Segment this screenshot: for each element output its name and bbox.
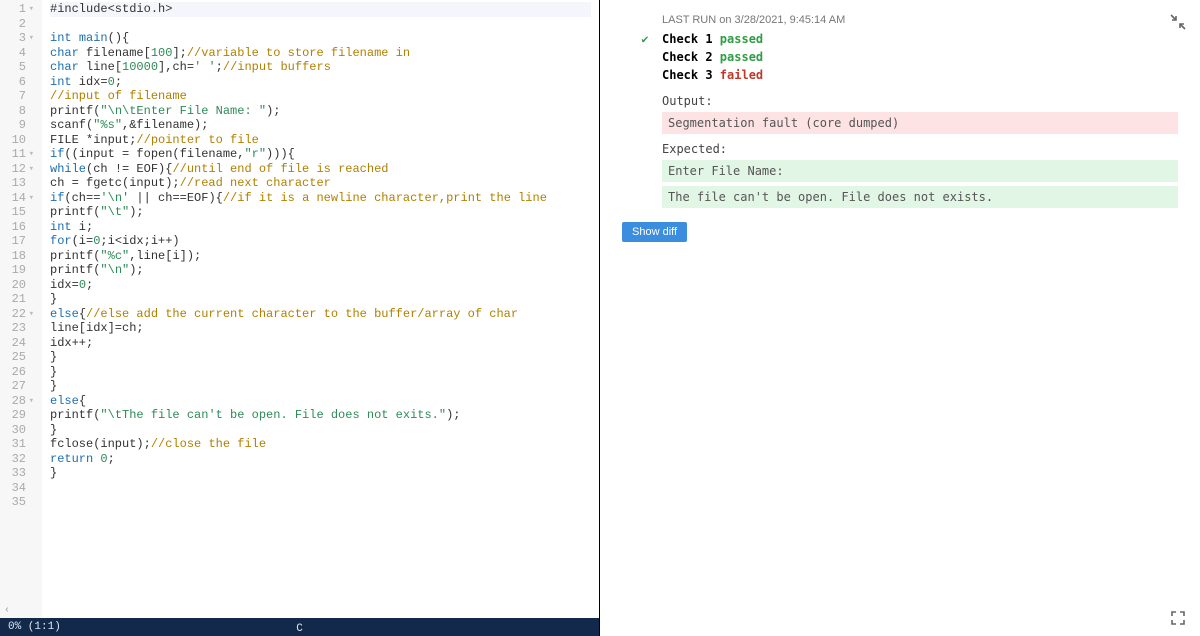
line-number: 7 [4, 89, 34, 104]
check-pass-icon: ✔ [638, 32, 652, 46]
code-line[interactable]: printf("\n\tEnter File Name: "); [50, 104, 591, 119]
code-line[interactable]: line[idx]=ch; [50, 321, 591, 336]
show-diff-button[interactable]: Show diff [622, 222, 687, 242]
code-line[interactable]: //input of filename [50, 89, 591, 104]
line-number: 24 [4, 336, 34, 351]
code-line[interactable] [50, 481, 591, 496]
line-number: 25 [4, 350, 34, 365]
language-mode: C [1, 623, 599, 635]
expected-block-2: The file can't be open. File does not ex… [662, 186, 1178, 208]
line-number: 4 [4, 46, 34, 61]
line-number: 33 [4, 466, 34, 481]
line-number: 18 [4, 249, 34, 264]
compress-icon[interactable] [1170, 14, 1186, 30]
output-label: Output: [662, 90, 1178, 112]
code-editor[interactable]: 1▾23▾4567891011▾12▾1314▾1516171819202122… [0, 0, 599, 618]
line-number: 20 [4, 278, 34, 293]
line-number: 34 [4, 481, 34, 496]
line-number: 5 [4, 60, 34, 75]
line-number: 17 [4, 234, 34, 249]
line-number: 6 [4, 75, 34, 90]
line-number: 13 [4, 176, 34, 191]
code-line[interactable]: } [50, 466, 591, 481]
line-number: 12▾ [4, 162, 34, 177]
line-number: 11▾ [4, 147, 34, 162]
code-line[interactable] [50, 495, 591, 510]
line-gutter: 1▾23▾4567891011▾12▾1314▾1516171819202122… [0, 0, 42, 618]
check-row: ✔ Check 1 passed [638, 32, 1178, 46]
scroll-left-indicator[interactable]: ‹ [4, 605, 10, 616]
line-number: 30 [4, 423, 34, 438]
check-row: Check 3 failed [638, 68, 1178, 82]
check-text: Check 1 passed [662, 32, 763, 46]
code-line[interactable]: } [50, 379, 591, 394]
code-line[interactable]: } [50, 292, 591, 307]
line-number: 29 [4, 408, 34, 423]
code-line[interactable]: } [50, 423, 591, 438]
line-number: 14▾ [4, 191, 34, 206]
check-text: Check 2 passed [662, 50, 763, 64]
code-line[interactable]: fclose(input);//close the file [50, 437, 591, 452]
code-line[interactable]: if(ch=='\n' || ch==EOF){//if it is a new… [50, 191, 591, 206]
expected-label: Expected: [662, 138, 1178, 160]
expected-block-1: Enter File Name: [662, 160, 1178, 182]
status-bar: 0% (1:1) C [0, 618, 599, 636]
code-line[interactable]: while(ch != EOF){//until end of file is … [50, 162, 591, 177]
code-line[interactable]: #include<stdio.h> [50, 2, 591, 17]
results-pane: LAST RUN on 3/28/2021, 9:45:14 AM ✔ Check… [600, 0, 1200, 636]
line-number: 15 [4, 205, 34, 220]
code-line[interactable] [50, 17, 591, 32]
line-number: 31 [4, 437, 34, 452]
code-line[interactable]: ch = fgetc(input);//read next character [50, 176, 591, 191]
check-row: Check 2 passed [638, 50, 1178, 64]
checks-list: ✔ Check 1 passed Check 2 passed Check 3 fai… [638, 32, 1178, 82]
code-area[interactable]: #include<stdio.h> int main(){char filena… [42, 0, 599, 618]
code-line[interactable]: else{ [50, 394, 591, 409]
line-number: 10 [4, 133, 34, 148]
line-number: 32 [4, 452, 34, 467]
line-number: 3▾ [4, 31, 34, 46]
code-line[interactable]: } [50, 350, 591, 365]
code-editor-pane: 1▾23▾4567891011▾12▾1314▾1516171819202122… [0, 0, 600, 636]
code-line[interactable]: printf("\n"); [50, 263, 591, 278]
code-line[interactable]: return 0; [50, 452, 591, 467]
expand-icon[interactable] [1170, 610, 1186, 626]
line-number: 22▾ [4, 307, 34, 322]
code-line[interactable]: int idx=0; [50, 75, 591, 90]
line-number: 19 [4, 263, 34, 278]
code-line[interactable]: for(i=0;i<idx;i++) [50, 234, 591, 249]
code-line[interactable]: char filename[100];//variable to store f… [50, 46, 591, 61]
line-number: 16 [4, 220, 34, 235]
code-line[interactable]: printf("\tThe file can't be open. File d… [50, 408, 591, 423]
code-line[interactable]: FILE *input;//pointer to file [50, 133, 591, 148]
code-line[interactable]: idx=0; [50, 278, 591, 293]
line-number: 27 [4, 379, 34, 394]
line-number: 9 [4, 118, 34, 133]
code-line[interactable]: else{//else add the current character to… [50, 307, 591, 322]
code-line[interactable]: if((input = fopen(filename,"r"))){ [50, 147, 591, 162]
code-line[interactable]: char line[10000],ch=' ';//input buffers [50, 60, 591, 75]
code-line[interactable]: } [50, 365, 591, 380]
output-block: Segmentation fault (core dumped) [662, 112, 1178, 134]
line-number: 1▾ [4, 2, 34, 17]
check-text: Check 3 failed [662, 68, 763, 82]
last-run-label: LAST RUN on 3/28/2021, 9:45:14 AM [662, 14, 1178, 26]
code-line[interactable]: int i; [50, 220, 591, 235]
line-number: 8 [4, 104, 34, 119]
code-line[interactable]: idx++; [50, 336, 591, 351]
line-number: 2 [4, 17, 34, 32]
line-number: 28▾ [4, 394, 34, 409]
code-line[interactable]: printf("\t"); [50, 205, 591, 220]
code-line[interactable]: printf("%c",line[i]); [50, 249, 591, 264]
line-number: 23 [4, 321, 34, 336]
line-number: 26 [4, 365, 34, 380]
code-line[interactable]: scanf("%s",&filename); [50, 118, 591, 133]
line-number: 35 [4, 495, 34, 510]
line-number: 21 [4, 292, 34, 307]
code-line[interactable]: int main(){ [50, 31, 591, 46]
